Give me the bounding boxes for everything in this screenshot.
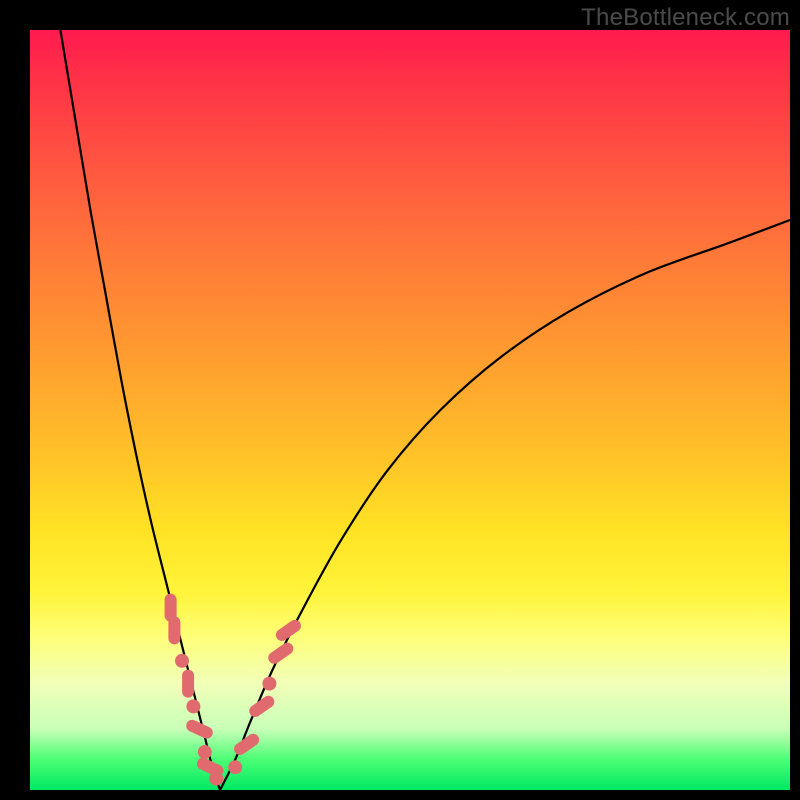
chart-frame: TheBottleneck.com xyxy=(0,0,800,800)
curve-right-branch xyxy=(220,220,790,790)
data-marker xyxy=(182,670,194,698)
data-marker xyxy=(247,693,277,719)
watermark-text: TheBottleneck.com xyxy=(581,4,790,32)
curve-layer xyxy=(60,30,790,790)
data-marker xyxy=(175,654,189,668)
data-marker xyxy=(232,731,262,757)
marker-layer xyxy=(165,594,304,786)
chart-svg xyxy=(30,30,790,790)
data-marker xyxy=(228,760,242,774)
data-marker xyxy=(262,677,276,691)
curve-left-branch xyxy=(60,30,220,790)
data-marker xyxy=(198,745,212,759)
plot-area xyxy=(30,30,790,790)
data-marker xyxy=(266,640,296,666)
data-marker xyxy=(186,699,200,713)
data-marker xyxy=(184,718,214,741)
data-marker xyxy=(168,616,180,644)
data-marker xyxy=(209,772,223,786)
